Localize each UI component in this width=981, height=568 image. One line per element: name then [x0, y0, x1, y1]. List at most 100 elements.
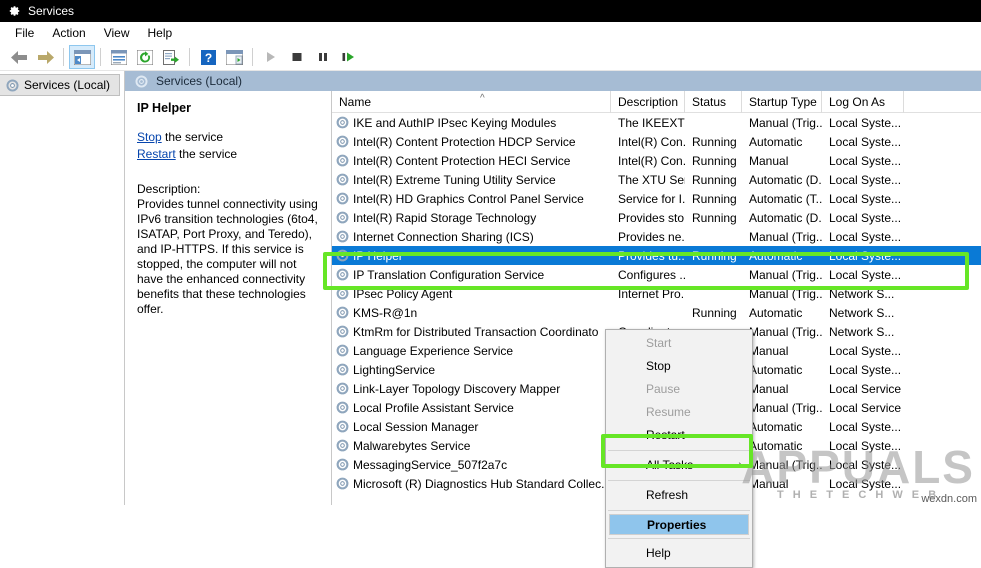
table-row[interactable]: Intel(R) Rapid Storage Technology Provide… [332, 208, 981, 227]
cell-name: Intel(R) Extreme Tuning Utility Service [332, 173, 611, 187]
table-row[interactable]: Internet Connection Sharing (ICS) Provide… [332, 227, 981, 246]
table-row[interactable]: IKE and AuthIP IPsec Keying Modules The I… [332, 113, 981, 132]
service-name-text: Microsoft (R) Diagnostics Hub Standard C… [353, 476, 611, 491]
stop-service-suffix: the service [161, 130, 224, 144]
table-row[interactable]: Intel(R) HD Graphics Control Panel Servi… [332, 189, 981, 208]
context-menu-separator [608, 538, 750, 539]
cell-status: Running [692, 172, 737, 187]
cell-description: Provides sto... [618, 210, 685, 225]
column-header-log-on-as[interactable]: Log On As [822, 91, 904, 113]
service-name-text: Intel(R) Extreme Tuning Utility Service [353, 172, 556, 187]
cell-status: Running [692, 134, 737, 149]
restart-service-icon[interactable] [336, 45, 362, 69]
back-icon[interactable] [6, 45, 32, 69]
show-hide-action-pane-icon[interactable] [221, 45, 247, 69]
cell-description: Configures ... [618, 267, 685, 282]
service-gear-icon [336, 420, 349, 433]
service-name-text: Intel(R) Content Protection HDCP Service [353, 134, 576, 149]
table-row[interactable]: Intel(R) Content Protection HECI Service… [332, 151, 981, 170]
service-gear-icon [336, 173, 349, 186]
restart-service-link[interactable]: Restart [137, 147, 176, 161]
cell-log-on-as: Local Service [829, 400, 902, 415]
menu-view[interactable]: View [95, 24, 139, 42]
stop-service-link[interactable]: Stop [137, 130, 162, 144]
table-row[interactable]: IPsec Policy Agent Internet Pro... Manual … [332, 284, 981, 303]
service-gear-icon [336, 135, 349, 148]
column-header-description[interactable]: Description [611, 91, 685, 113]
context-menu[interactable]: Start Stop Pause Resume Restart All Tasks › Ref… [605, 329, 753, 568]
cell-log-on-as: Local Service [829, 381, 902, 396]
table-row[interactable]: IP Translation Configuration Service Conf… [332, 265, 981, 284]
watermark-url: wexdn.com [921, 493, 977, 505]
cell-name: Link-Layer Topology Discovery Mapper [332, 382, 611, 396]
tree-node-services-local[interactable]: Services (Local) [0, 74, 120, 96]
cell-startup-type: Automatic (D... [749, 172, 822, 187]
cell-name: Local Session Manager [332, 420, 611, 434]
cell-log-on-as: Local Syste... [829, 229, 902, 244]
cell-log-on-as: Local Syste... [829, 419, 902, 434]
menu-action[interactable]: Action [43, 24, 94, 42]
cell-name: MessagingService_507f2a7c [332, 458, 611, 472]
export-list-icon[interactable] [158, 45, 184, 69]
cell-startup-type: Automatic (T... [749, 191, 822, 206]
cell-log-on-as: Local Syste... [829, 134, 902, 149]
column-header-name[interactable]: Name [332, 91, 611, 113]
cell-log-on-as: Local Syste... [829, 457, 902, 472]
stop-service-icon[interactable] [284, 45, 310, 69]
context-menu-item-label: Resume [646, 405, 691, 419]
menu-help[interactable]: Help [139, 24, 182, 42]
start-service-icon[interactable] [258, 45, 284, 69]
cell-name: Internet Connection Sharing (ICS) [332, 230, 611, 244]
cell-startup-type: Manual (Trig... [749, 286, 822, 301]
context-menu-item-label: Properties [647, 518, 707, 532]
service-actions: Stop the service Restart the service [137, 130, 323, 162]
toolbar-separator-1 [63, 48, 64, 66]
column-header-startup-type[interactable]: Startup Type [742, 91, 822, 113]
cell-name: LightingService [332, 363, 611, 377]
cell-name: Intel(R) Rapid Storage Technology [332, 211, 611, 225]
context-menu-item-help[interactable]: Help [606, 542, 752, 565]
cell-description: Intel(R) Con... [618, 134, 685, 149]
properties-icon[interactable] [106, 45, 132, 69]
refresh-icon[interactable] [132, 45, 158, 69]
table-row[interactable]: KMS-R@1n Running Automatic Network S... [332, 303, 981, 322]
table-row[interactable]: Intel(R) Content Protection HDCP Service… [332, 132, 981, 151]
service-name-text: IP Helper [353, 248, 403, 263]
column-header-status[interactable]: Status [685, 91, 742, 113]
service-gear-icon [336, 249, 349, 262]
cell-log-on-as: Network S... [829, 305, 895, 320]
toolbar-separator-4 [252, 48, 253, 66]
show-hide-console-tree-icon[interactable] [69, 45, 95, 69]
menu-file[interactable]: File [6, 24, 43, 42]
detail-pane-body: IP Helper Stop the service Restart the s… [125, 91, 981, 505]
service-gear-icon [336, 325, 349, 338]
cell-log-on-as: Local Syste... [829, 476, 902, 491]
pause-service-icon[interactable] [310, 45, 336, 69]
forward-icon[interactable] [32, 45, 58, 69]
context-menu-item-stop[interactable]: Stop [606, 355, 752, 378]
cell-startup-type: Manual (Trig... [749, 457, 822, 472]
service-gear-icon [336, 211, 349, 224]
help-icon[interactable]: ? [195, 45, 221, 69]
table-row[interactable]: Intel(R) Extreme Tuning Utility Service T… [332, 170, 981, 189]
context-menu-item-refresh[interactable]: Refresh [606, 484, 752, 507]
service-name-text: Local Session Manager [353, 419, 479, 434]
service-gear-icon [336, 477, 349, 490]
table-row[interactable]: IP Helper Provides tu... Running Automatic L… [332, 246, 981, 265]
cell-startup-type: Manual (Trig... [749, 324, 822, 339]
cell-description: Service for I... [618, 191, 685, 206]
cell-startup-type: Automatic [749, 438, 803, 453]
cell-log-on-as: Local Syste... [829, 343, 902, 358]
context-menu-item-restart[interactable]: Restart [606, 424, 752, 447]
cell-log-on-as: Local Syste... [829, 267, 902, 282]
context-menu-item-properties[interactable]: Properties [609, 514, 749, 535]
context-menu-item-all-tasks[interactable]: All Tasks › [606, 454, 752, 477]
context-menu-separator [608, 510, 750, 511]
context-menu-item-start: Start [606, 332, 752, 355]
cell-status: Running [692, 191, 737, 206]
cell-name: Microsoft (R) Diagnostics Hub Standard C… [332, 477, 611, 491]
context-menu-item-label: Help [646, 546, 671, 560]
detail-pane-title: Services (Local) [156, 74, 243, 88]
cell-startup-type: Manual [749, 153, 789, 168]
service-name-text: IPsec Policy Agent [353, 286, 453, 301]
